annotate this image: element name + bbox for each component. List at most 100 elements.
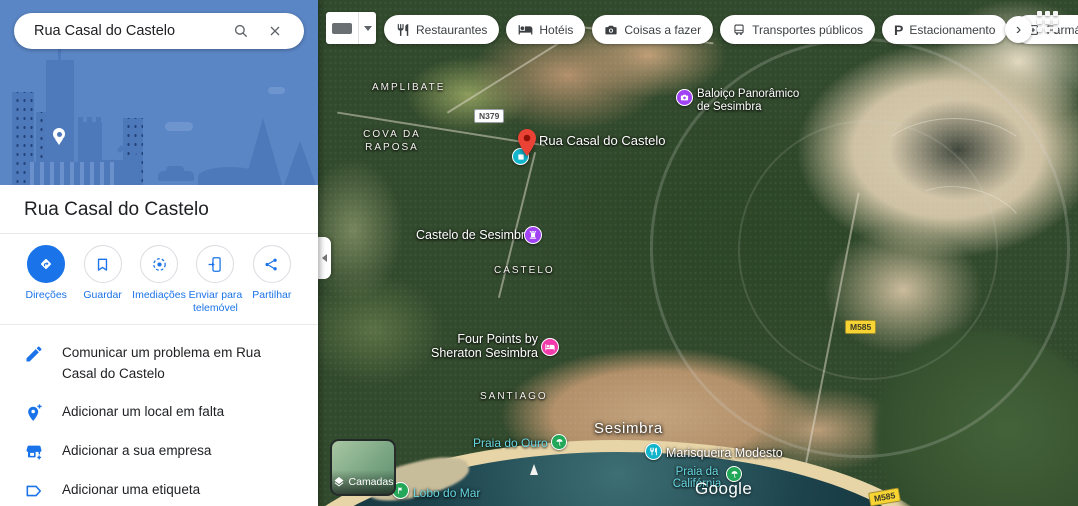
- side-panel: Rua Casal do Castelo Direções Guardar Im…: [0, 0, 318, 506]
- lobo-do-mar-label[interactable]: Lobo do Mar: [413, 486, 480, 500]
- action-label: Direções: [18, 289, 74, 302]
- road-line: [498, 152, 536, 298]
- send-to-phone-button[interactable]: Enviar para telemóvel: [187, 245, 243, 315]
- menu-item-label: Adicionar um local em falta: [62, 402, 224, 422]
- map-pin-illustration: [53, 128, 65, 140]
- chip-estacionamento[interactable]: P Estacionamento: [882, 15, 1007, 44]
- widget-thumbnail-icon: [332, 23, 352, 34]
- search-box[interactable]: [14, 13, 304, 49]
- colonnade-shape: [30, 162, 114, 185]
- area-label-line: COVA DA: [363, 129, 421, 140]
- road-badge-n379: N379: [474, 109, 504, 123]
- action-label: Guardar: [74, 289, 130, 302]
- search-input[interactable]: [32, 22, 224, 40]
- google-logo[interactable]: Google: [695, 479, 752, 499]
- page-title: Rua Casal do Castelo: [24, 199, 294, 221]
- camera-icon: [604, 23, 618, 37]
- chip-label: Transportes públicos: [752, 23, 863, 37]
- search-button[interactable]: [224, 14, 258, 48]
- beach-marker umbrella-icon[interactable]: [551, 434, 567, 450]
- baloico-label[interactable]: Baloiço Panorâmico de Sesimbra: [697, 88, 799, 114]
- place-menu: Comunicar um problema em Rua Casal do Ca…: [0, 325, 318, 506]
- action-label: Partilhar: [244, 289, 300, 302]
- chips-scroll-right-button chevron-right-icon[interactable]: ›: [1005, 16, 1032, 43]
- road-badge-m585: M585: [845, 320, 876, 334]
- chip-coisas-a-fazer[interactable]: Coisas a fazer: [592, 15, 713, 44]
- chip-transportes-publicos[interactable]: Transportes públicos: [720, 15, 875, 44]
- layers-button-bar: Camadas: [332, 470, 394, 494]
- road-line: [802, 192, 859, 477]
- directions-button[interactable]: Direções: [18, 245, 74, 315]
- chip-label: Restaurantes: [416, 23, 487, 37]
- restaurant-marker fork-icon[interactable]: [645, 443, 662, 460]
- action-label: Imediações: [131, 289, 187, 302]
- menu-item-report-problem[interactable]: Comunicar um problema em Rua Casal do Ca…: [0, 334, 318, 393]
- menu-item-add-place[interactable]: Adicionar um local em falta: [0, 393, 318, 432]
- apps-grid-icon[interactable]: [1037, 11, 1061, 35]
- hotel-marker bed-icon[interactable]: [541, 338, 559, 356]
- parking-icon: P: [894, 22, 903, 38]
- map-canvas[interactable]: AMPLIBATE COVA DA RAPOSA CASTELO SANTIAG…: [318, 0, 1078, 506]
- castelo-label[interactable]: Castelo de Sesimbra: [416, 228, 532, 242]
- close-icon: [267, 23, 283, 39]
- rook-glyph: ♜: [528, 230, 538, 241]
- google-maps-app: AMPLIBATE COVA DA RAPOSA CASTELO SANTIAG…: [0, 0, 1078, 506]
- storefront-icon: [24, 442, 44, 462]
- marisqueira-label[interactable]: Marisqueira Modesto: [666, 446, 783, 460]
- chip-label: Hotéis: [539, 23, 573, 37]
- baloico-label-line: de Sesimbra: [697, 101, 762, 113]
- place-header: Rua Casal do Castelo: [0, 185, 318, 234]
- castle-marker rook-icon[interactable]: ♜: [524, 226, 542, 244]
- menu-item-label: Comunicar um problema em Rua Casal do Ca…: [62, 343, 294, 384]
- quarry-road: [899, 175, 1032, 272]
- chevron-down-icon: [364, 26, 372, 31]
- area-label-santiago: SANTIAGO: [480, 391, 548, 402]
- town-label-sesimbra[interactable]: Sesimbra: [594, 420, 663, 437]
- cloud-shape: [268, 87, 285, 94]
- baloico-label-line: Baloiço Panorâmico: [697, 88, 799, 100]
- action-label: Enviar para telemóvel: [187, 289, 243, 315]
- area-label-line: RAPOSA: [365, 142, 419, 153]
- mountain-shape: [243, 115, 283, 185]
- pencil-icon: [24, 344, 44, 364]
- capture-widget[interactable]: [326, 12, 376, 44]
- save-button[interactable]: Guardar: [74, 245, 130, 315]
- add-location-icon: [24, 403, 44, 423]
- destination-pin[interactable]: [518, 129, 536, 161]
- bookmark-icon: [84, 245, 122, 283]
- fork-knife-icon: [396, 23, 410, 37]
- action-bar: Direções Guardar Imediações Enviar para …: [0, 234, 318, 325]
- bus-icon: [732, 23, 746, 37]
- chip-restaurantes[interactable]: Restaurantes: [384, 15, 499, 44]
- directions-icon: [27, 245, 65, 283]
- chip-label: Estacionamento: [909, 23, 995, 37]
- baloico-marker camera-icon[interactable]: [676, 89, 693, 106]
- send-to-phone-icon: [196, 245, 234, 283]
- layers-button[interactable]: Camadas: [330, 439, 396, 496]
- bed-icon: [518, 22, 533, 37]
- collapse-side-panel-button[interactable]: [318, 237, 331, 279]
- praia-do-ouro-label[interactable]: Praia do Ouro: [473, 436, 548, 450]
- share-icon: [253, 245, 291, 283]
- car-shape: [158, 171, 194, 181]
- chip-label: Coisas a fazer: [624, 23, 701, 37]
- menu-item-add-business[interactable]: Adicionar a sua empresa: [0, 432, 318, 471]
- nearby-button[interactable]: Imediações: [131, 245, 187, 315]
- search-icon: [232, 22, 250, 40]
- menu-item-label: Adicionar a sua empresa: [62, 441, 211, 461]
- area-label-castelo: CASTELO: [494, 265, 555, 276]
- four-points-label[interactable]: Four Points by Sheraton Sesimbra: [422, 332, 538, 360]
- share-button[interactable]: Partilhar: [244, 245, 300, 315]
- category-chips: Restaurantes Hotéis Coisas a fazer Trans…: [384, 15, 1078, 44]
- area-label-cova-da-raposa: COVA DA RAPOSA: [352, 128, 432, 154]
- clear-search-button[interactable]: [258, 14, 292, 48]
- menu-item-label: Adicionar uma etiqueta: [62, 480, 200, 500]
- menu-item-add-label[interactable]: Adicionar uma etiqueta: [0, 471, 318, 506]
- cloud-shape: [165, 122, 193, 131]
- destination-label[interactable]: Rua Casal do Castelo: [539, 133, 665, 148]
- chip-hoteis[interactable]: Hotéis: [506, 15, 585, 44]
- layers-button-label: Camadas: [349, 476, 394, 488]
- place-photo[interactable]: [0, 0, 318, 185]
- four-points-line: Four Points by: [457, 332, 538, 346]
- area-label-amplibate: AMPLIBATE: [372, 82, 445, 93]
